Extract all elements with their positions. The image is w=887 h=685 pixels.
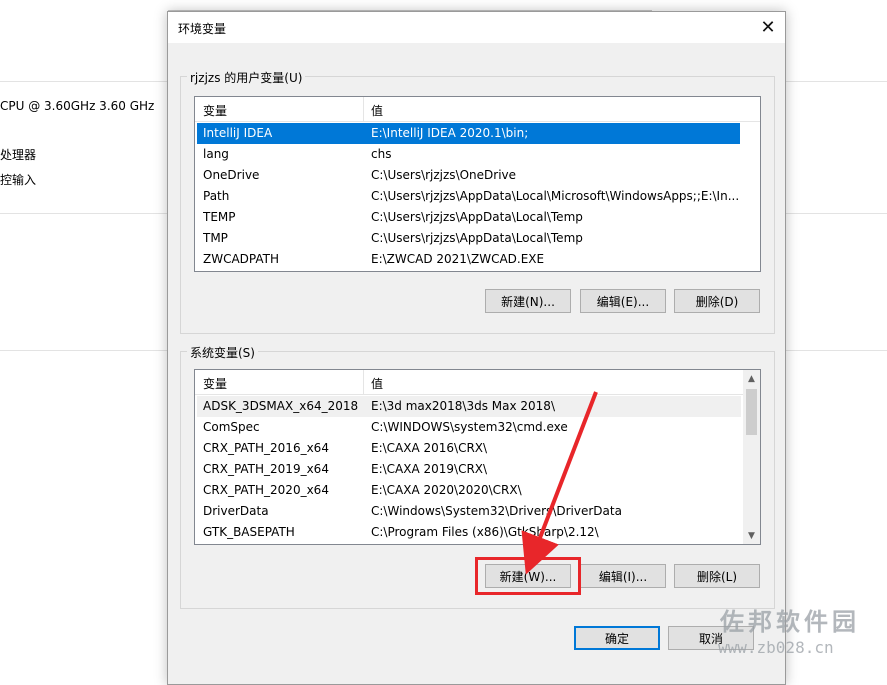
watermark-url: www.zb028.cn	[718, 638, 834, 657]
watermark-logo: 佐邦软件园 www.zb028.cn	[708, 602, 878, 664]
annotation-arrow-icon	[521, 391, 598, 575]
watermark-text: 佐邦软件园	[720, 607, 860, 636]
annotation-highlight-box	[475, 557, 581, 595]
